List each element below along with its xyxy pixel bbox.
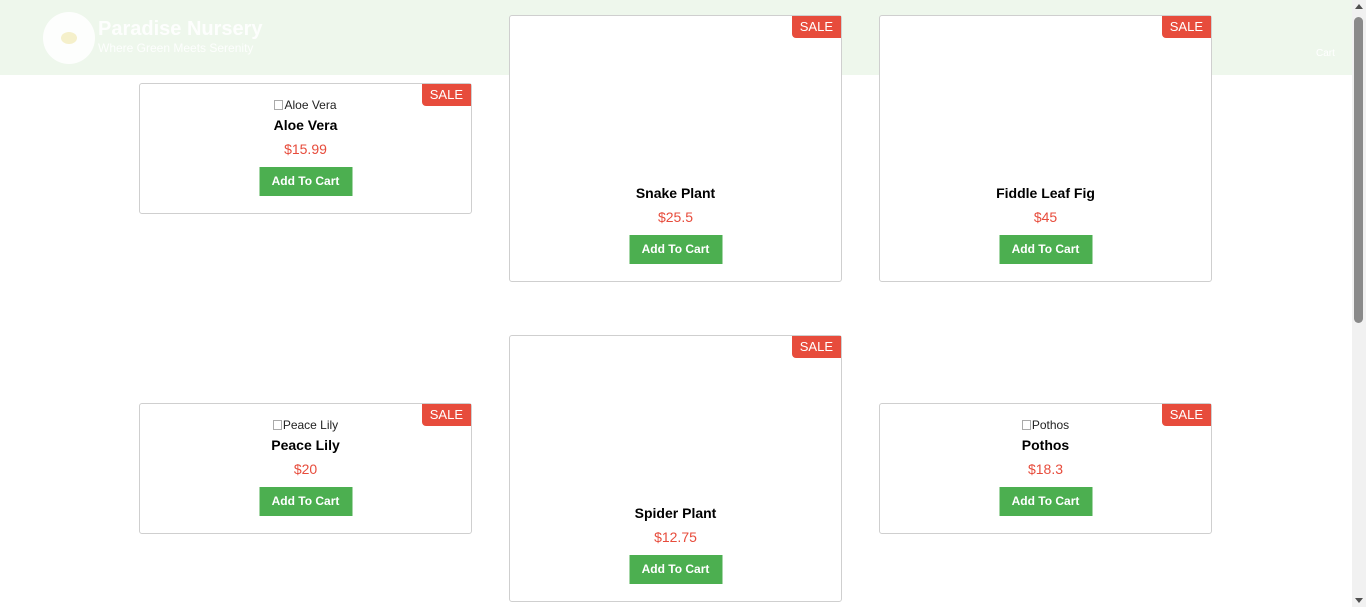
add-to-cart-button[interactable]: Add To Cart xyxy=(259,167,352,196)
product-price: $45 xyxy=(1033,209,1058,225)
product-price: $12.75 xyxy=(654,529,697,545)
product-image: Aloe Vera xyxy=(140,98,471,112)
vertical-scrollbar[interactable] xyxy=(1352,0,1366,607)
cart-link[interactable]: Cart xyxy=(1316,48,1335,59)
product-price: $25.5 xyxy=(657,209,694,225)
leaf-icon xyxy=(61,32,77,44)
brand-title: Paradise Nursery xyxy=(98,18,263,40)
scroll-down-icon[interactable] xyxy=(1355,598,1363,603)
product-card-spider-plant: SALE Spider Plant $12.75 Add To Cart xyxy=(509,335,842,602)
add-to-cart-button[interactable]: Add To Cart xyxy=(259,487,352,516)
product-card-snake-plant: SALE Snake Plant $25.5 Add To Cart xyxy=(509,15,842,282)
product-name: Peace Lily xyxy=(271,437,340,453)
product-name: Fiddle Leaf Fig xyxy=(996,185,1095,201)
scroll-up-icon[interactable] xyxy=(1355,4,1363,9)
product-price: $20 xyxy=(293,461,318,477)
image-alt-text: Peace Lily xyxy=(282,418,339,432)
add-to-cart-button[interactable]: Add To Cart xyxy=(999,235,1092,264)
product-name: Snake Plant xyxy=(635,185,716,201)
broken-image-icon xyxy=(272,420,282,430)
product-name: Spider Plant xyxy=(634,505,717,521)
scrollbar-thumb[interactable] xyxy=(1354,17,1363,323)
image-alt-text: Aloe Vera xyxy=(284,98,337,112)
product-price: $15.99 xyxy=(284,141,327,157)
product-name: Aloe Vera xyxy=(273,117,338,133)
product-image: Pothos xyxy=(880,418,1211,432)
product-card-peace-lily: SALE Peace Lily Peace Lily $20 Add To Ca… xyxy=(139,403,472,534)
product-price: $18.3 xyxy=(1027,461,1064,477)
brand-tagline: Where Green Meets Serenity xyxy=(98,41,254,55)
broken-image-icon xyxy=(274,100,284,110)
logo[interactable] xyxy=(43,12,95,64)
product-image: Peace Lily xyxy=(140,418,471,432)
product-card-fiddle-leaf-fig: SALE Fiddle Leaf Fig $45 Add To Cart xyxy=(879,15,1212,282)
sale-badge: SALE xyxy=(791,16,841,38)
sale-badge: SALE xyxy=(1161,16,1211,38)
add-to-cart-button[interactable]: Add To Cart xyxy=(629,235,722,264)
broken-image-icon xyxy=(1021,420,1031,430)
add-to-cart-button[interactable]: Add To Cart xyxy=(629,555,722,584)
product-name: Pothos xyxy=(1021,437,1070,453)
image-alt-text: Pothos xyxy=(1031,418,1070,432)
product-card-aloe-vera: SALE Aloe Vera Aloe Vera $15.99 Add To C… xyxy=(139,83,472,214)
add-to-cart-button[interactable]: Add To Cart xyxy=(999,487,1092,516)
product-card-pothos: SALE Pothos Pothos $18.3 Add To Cart xyxy=(879,403,1212,534)
sale-badge: SALE xyxy=(791,336,841,358)
